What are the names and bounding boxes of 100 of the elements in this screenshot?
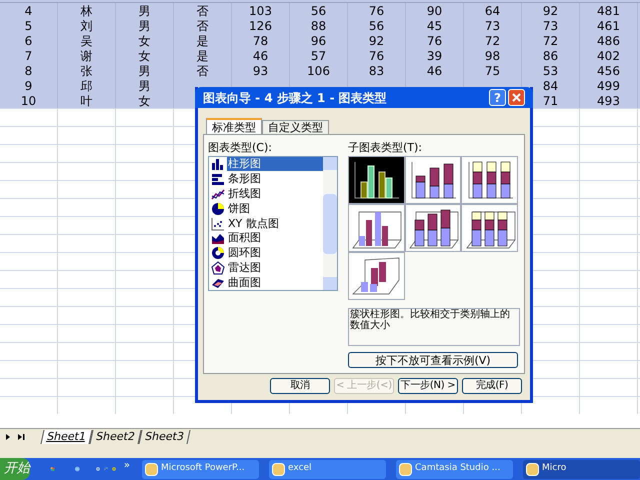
- chart-type-item[interactable]: XY 散点图: [227, 216, 280, 231]
- table-cell: 56: [368, 20, 384, 32]
- close-button[interactable]: [508, 89, 525, 106]
- chart-type-item[interactable]: 饼图: [227, 202, 251, 216]
- dialog-tab[interactable]: 标准类型: [206, 118, 262, 134]
- table-cell: 谢: [80, 50, 92, 62]
- donut-chart-icon: [211, 246, 225, 260]
- chart-type-item[interactable]: 雷达图: [227, 260, 262, 275]
- table-cell: 481: [597, 4, 620, 16]
- pie-chart-icon: [211, 202, 225, 216]
- bar-chart-icon: [211, 172, 225, 186]
- chart-subtype-option[interactable]: [348, 156, 405, 204]
- table-cell: 否: [196, 20, 208, 32]
- table-cell: 92: [368, 34, 384, 46]
- chart-subtype-option[interactable]: [461, 156, 518, 204]
- table-cell: 57: [310, 50, 326, 62]
- subtype-label: 子图表类型(T):: [348, 141, 424, 154]
- chart-subtype-option[interactable]: [404, 156, 462, 204]
- table-cell: 吴: [80, 34, 92, 46]
- table-cell: 10: [20, 94, 36, 106]
- table-cell: 4: [24, 4, 32, 16]
- chart-subtype-option[interactable]: [348, 204, 405, 252]
- app-icon: [145, 462, 158, 476]
- table-cell: 126: [249, 20, 272, 32]
- table-cell: 男: [138, 20, 150, 32]
- close-icon: [512, 93, 521, 102]
- table-cell: 是: [196, 50, 208, 62]
- taskbar-button[interactable]: Microsoft PowerP...: [142, 460, 260, 478]
- table-cell: 106: [307, 64, 330, 76]
- scrollbar[interactable]: [323, 157, 337, 290]
- line-chart-icon: [211, 186, 225, 201]
- taskbar-button[interactable]: Camtasia Studio ...: [396, 460, 514, 478]
- table-cell: 6: [24, 34, 32, 46]
- table-cell: 5: [24, 20, 32, 32]
- sheet-tab[interactable]: Sheet2: [89, 430, 142, 444]
- sheet-tab[interactable]: Sheet1: [40, 430, 92, 444]
- table-cell: 83: [368, 64, 384, 76]
- table-cell: 96: [310, 34, 326, 46]
- dialog-button[interactable]: 下一步(N) >: [398, 378, 458, 394]
- description-text: 簇状柱形图。比较相交于类别轴上的数值大小: [350, 309, 511, 331]
- table-cell: 女: [138, 94, 150, 106]
- chart-subtype-option[interactable]: [461, 204, 518, 252]
- table-cell: 71: [542, 94, 558, 106]
- table-cell: 493: [597, 94, 620, 106]
- table-cell: 女: [138, 34, 150, 46]
- table-cell: 女: [138, 50, 150, 62]
- next-sheet-icon[interactable]: [4, 432, 12, 440]
- chart-type-item[interactable]: 面积图: [227, 231, 262, 246]
- table-cell: 林: [80, 4, 92, 16]
- dialog-tab[interactable]: 自定义类型: [262, 120, 329, 134]
- table-cell: 53: [542, 64, 558, 76]
- table-cell: 男: [138, 80, 150, 92]
- dialog-button[interactable]: 取消: [270, 378, 330, 394]
- table-cell: 76: [368, 50, 384, 62]
- table-cell: 叶: [80, 94, 92, 106]
- table-cell: 92: [542, 4, 558, 16]
- sheet-tab[interactable]: Sheet3: [138, 430, 190, 444]
- table-cell: 56: [310, 4, 326, 16]
- table-cell: 刘: [80, 20, 92, 32]
- table-cell: 8: [24, 64, 32, 76]
- chart-type-item[interactable]: 圆环图: [227, 246, 262, 260]
- table-cell: 7: [24, 50, 32, 62]
- table-cell: 45: [426, 20, 442, 32]
- chart-type-item[interactable]: 条形图: [227, 172, 262, 186]
- more-button[interactable]: »: [124, 458, 130, 472]
- column-chart-icon: [211, 157, 225, 172]
- table-cell: 76: [368, 4, 384, 16]
- chart-type-item[interactable]: 曲面图: [227, 276, 262, 290]
- taskbar-button[interactable]: excel: [269, 460, 386, 478]
- table-cell: 84: [542, 80, 558, 92]
- table-cell: 39: [426, 50, 442, 62]
- app-icon: [272, 462, 286, 476]
- preview-button[interactable]: 按下不放可查看示例(V): [348, 352, 518, 368]
- app-icon: [399, 462, 412, 476]
- table-cell: 男: [138, 64, 150, 76]
- app-icon: [526, 462, 540, 476]
- table-cell: 9: [24, 80, 32, 92]
- table-cell: 78: [252, 34, 268, 46]
- table-cell: 86: [542, 50, 558, 62]
- table-cell: 461: [597, 20, 620, 32]
- chart-type-item[interactable]: 柱形图: [227, 157, 323, 172]
- table-cell: 103: [249, 4, 272, 16]
- table-cell: 402: [597, 50, 620, 62]
- table-cell: 499: [597, 80, 620, 92]
- table-cell: 张: [80, 64, 92, 76]
- chart-type-item[interactable]: 折线图: [227, 186, 262, 201]
- table-cell: 男: [138, 4, 150, 16]
- chart-subtype-option[interactable]: [404, 204, 462, 252]
- table-cell: 否: [196, 64, 208, 76]
- taskbar-button[interactable]: Micro: [523, 460, 640, 478]
- table-cell: 73: [542, 20, 558, 32]
- last-sheet-icon[interactable]: [16, 432, 26, 440]
- start-button[interactable]: 开始: [0, 458, 30, 480]
- window-title: 图表向导 - 4 步骤之 1 - 图表类型: [203, 90, 387, 106]
- scatter-chart-icon: [211, 216, 225, 231]
- table-cell: 98: [484, 50, 500, 62]
- chart-subtype-option[interactable]: [348, 252, 405, 300]
- help-button[interactable]: ?: [489, 89, 506, 106]
- dialog-button[interactable]: 完成(F): [462, 378, 522, 394]
- table-cell: 486: [597, 34, 620, 46]
